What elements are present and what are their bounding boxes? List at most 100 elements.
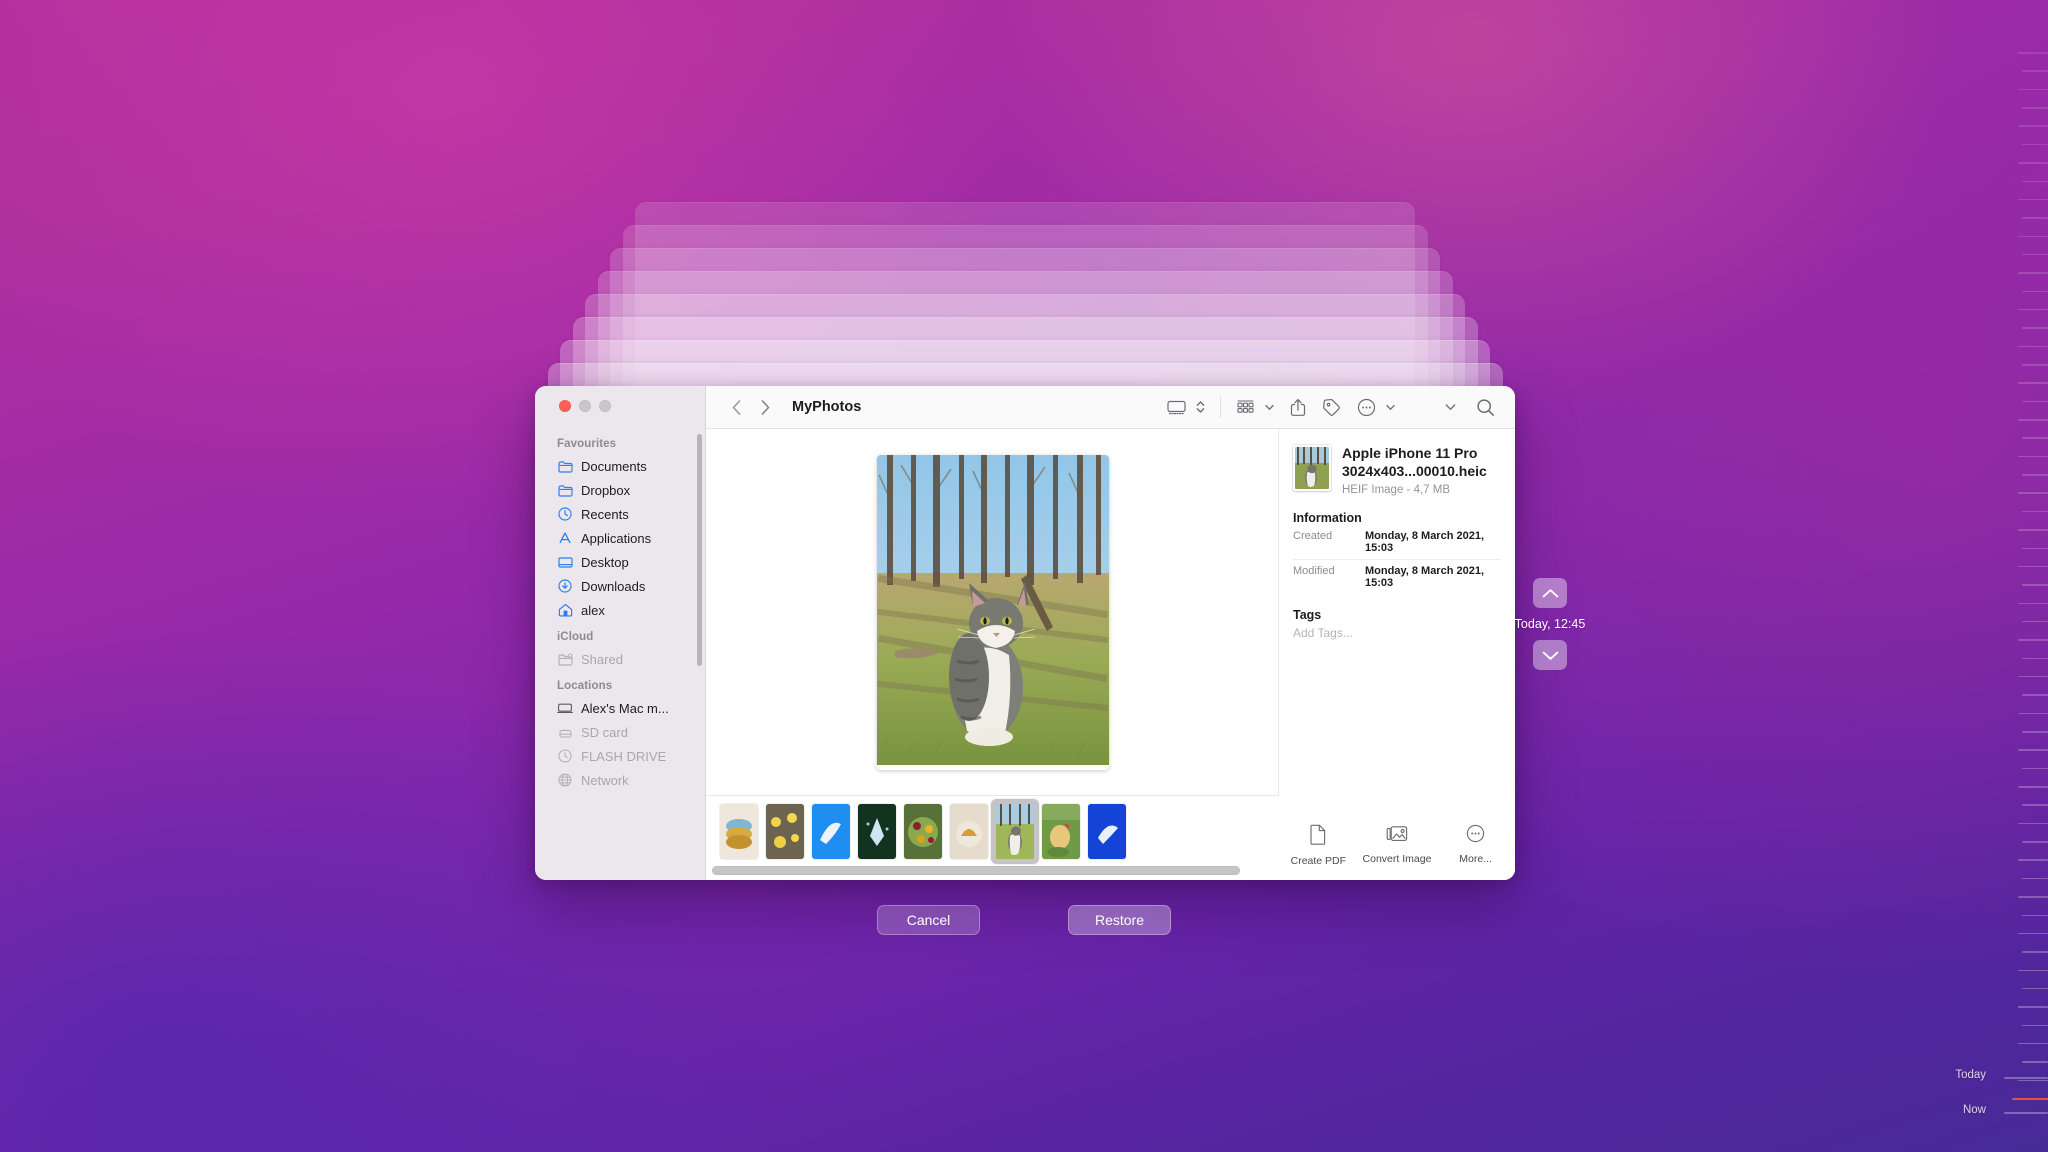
back-button[interactable]	[723, 394, 749, 420]
timeline-tick[interactable]	[2022, 327, 2048, 329]
filmstrip-thumbnail[interactable]	[1088, 803, 1126, 859]
timeline-tick[interactable]	[2018, 88, 2048, 91]
timeline-tick[interactable]	[2018, 896, 2048, 898]
timeline-tick[interactable]	[2022, 290, 2048, 293]
timeline-tick[interactable]	[2018, 712, 2048, 715]
timeline-tick[interactable]	[2022, 731, 2048, 733]
filmstrip-thumbnail[interactable]	[720, 803, 758, 859]
add-tags-field[interactable]: Add Tags...	[1293, 626, 1501, 640]
sidebar-item-flash-drive[interactable]: FLASH DRIVE	[535, 744, 706, 768]
timeline-tick[interactable]	[2022, 914, 2048, 916]
filmstrip-thumbnail[interactable]	[950, 803, 988, 859]
timeline-tick[interactable]	[2018, 675, 2048, 678]
timeline-tick[interactable]	[2018, 162, 2048, 164]
timeline-tick[interactable]	[2022, 620, 2048, 623]
timeline-tick[interactable]	[2022, 217, 2048, 219]
filmstrip-thumbnail[interactable]	[766, 803, 804, 859]
timeline-tick[interactable]	[2018, 125, 2048, 127]
timeline-tick[interactable]	[2018, 969, 2048, 971]
timeline-tick[interactable]	[2022, 1061, 2048, 1063]
sidebar-item-downloads[interactable]: Downloads	[535, 574, 706, 598]
create-pdf-button[interactable]: Create PDF	[1283, 824, 1353, 867]
sidebar-item-recents[interactable]: Recents	[535, 502, 706, 526]
timeline-tick[interactable]	[2022, 877, 2048, 880]
timeline-tick[interactable]	[2018, 455, 2048, 458]
timeline-tick[interactable]	[2022, 804, 2048, 806]
timeline-tick[interactable]	[2018, 639, 2048, 641]
timeline-tick-now-line[interactable]	[2004, 1112, 2048, 1114]
timeline-tick[interactable]	[2018, 382, 2048, 384]
sidebar-item-network[interactable]: Network	[535, 768, 706, 792]
timeline-tick[interactable]	[2018, 272, 2048, 274]
tag-icon[interactable]	[1319, 394, 1344, 420]
sidebar-item-alex[interactable]: alex	[535, 598, 706, 622]
sidebar-item-sd-card[interactable]: SD card	[535, 720, 706, 744]
timeline-tick[interactable]	[2022, 364, 2048, 366]
sidebar-item-dropbox[interactable]: Dropbox	[535, 478, 706, 502]
more-actions-icon[interactable]	[1354, 394, 1379, 420]
view-mode-icon[interactable]	[1164, 394, 1189, 420]
search-icon[interactable]	[1473, 394, 1498, 420]
timeline-tick[interactable]	[2018, 786, 2048, 788]
restore-button[interactable]: Restore	[1068, 905, 1171, 935]
timeline-tick[interactable]	[2022, 400, 2048, 403]
timeline-tick[interactable]	[2018, 492, 2048, 494]
timeline-tick[interactable]	[2018, 602, 2048, 604]
timeline-tick[interactable]	[2018, 932, 2048, 935]
close-button[interactable]	[559, 400, 571, 412]
overflow-caret-icon[interactable]	[1442, 394, 1459, 420]
timeline-tick[interactable]	[2022, 584, 2048, 586]
sidebar-item-documents[interactable]: Documents	[535, 454, 706, 478]
timeline-tick[interactable]	[2018, 1079, 2048, 1082]
filmstrip-thumbnail[interactable]	[858, 803, 896, 859]
timeline-tick[interactable]	[2022, 143, 2048, 146]
filmstrip-thumbnail[interactable]	[904, 803, 942, 859]
convert-image-button[interactable]: Convert Image	[1362, 824, 1432, 865]
timeline-tick[interactable]	[2018, 565, 2048, 568]
group-by-caret-icon[interactable]	[1262, 394, 1277, 420]
sidebar-item-applications[interactable]: Applications	[535, 526, 706, 550]
filmstrip-thumbnail[interactable]	[812, 803, 850, 859]
view-mode-control[interactable]	[1164, 394, 1208, 420]
sidebar-item-shared[interactable]: Shared	[535, 647, 706, 671]
filmstrip-scrollbar[interactable]	[706, 865, 1279, 876]
timeline-tick[interactable]	[2018, 419, 2048, 421]
timeline-tick-now[interactable]	[2014, 1098, 2048, 1100]
timeline-tick[interactable]	[2022, 694, 2048, 696]
group-by-icon[interactable]	[1233, 394, 1258, 420]
go-forward-in-time-button[interactable]	[1533, 640, 1567, 670]
share-icon[interactable]	[1287, 394, 1309, 420]
timeline-tick[interactable]	[2022, 70, 2048, 72]
preview-photo-frame[interactable]	[876, 454, 1109, 770]
more-button[interactable]: More...	[1441, 824, 1511, 865]
filmstrip[interactable]	[706, 796, 1279, 866]
timeline-tick[interactable]	[2022, 841, 2048, 843]
forward-button[interactable]	[752, 394, 778, 420]
timeline-tick-today[interactable]	[2004, 1077, 2048, 1079]
timeline-tick[interactable]	[2022, 547, 2048, 549]
timeline-tick[interactable]	[2022, 1024, 2048, 1027]
sidebar-scrollbar[interactable]	[697, 434, 702, 666]
timeline-scale[interactable]: Today Now	[1955, 0, 2048, 1152]
view-mode-stepper-icon[interactable]	[1193, 394, 1208, 420]
timeline-tick[interactable]	[2018, 1042, 2048, 1045]
timeline-tick[interactable]	[2022, 951, 2048, 953]
timeline-tick[interactable]	[2022, 180, 2048, 182]
timeline-tick[interactable]	[2022, 510, 2048, 513]
cancel-button[interactable]: Cancel	[877, 905, 980, 935]
timeline-tick[interactable]	[2022, 437, 2048, 439]
timeline-tick[interactable]	[2018, 235, 2048, 237]
more-actions-caret-icon[interactable]	[1383, 394, 1398, 420]
timeline-tick[interactable]	[2018, 749, 2048, 751]
timeline-tick[interactable]	[2018, 822, 2048, 825]
timeline-tick[interactable]	[2018, 1006, 2048, 1008]
timeline-tick[interactable]	[2022, 657, 2048, 660]
timeline-tick[interactable]	[2018, 345, 2048, 348]
timeline-tick[interactable]	[2018, 529, 2048, 531]
sidebar-item-desktop[interactable]: Desktop	[535, 550, 706, 574]
timeline-tick[interactable]	[2018, 198, 2048, 201]
timeline-tick[interactable]	[2018, 52, 2048, 54]
filmstrip-thumbnail[interactable]	[1042, 803, 1080, 859]
timeline-tick[interactable]	[2022, 253, 2048, 256]
timeline-tick[interactable]	[2022, 107, 2048, 109]
